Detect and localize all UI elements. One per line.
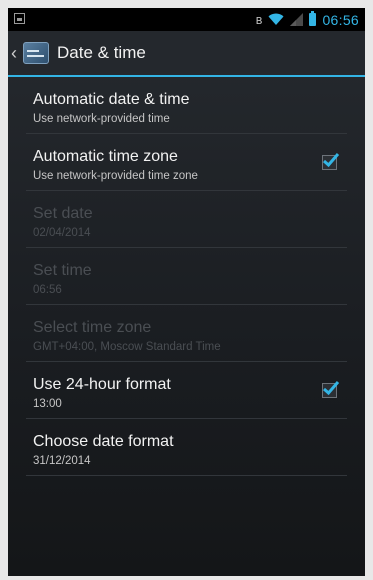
- setting-summary: 13:00: [33, 398, 62, 410]
- setting-select-time-zone: Select time zone GMT+04:00, Moscow Stand…: [26, 305, 347, 362]
- bluetooth-icon: ʙ: [255, 12, 263, 27]
- settings-icon[interactable]: [23, 42, 49, 64]
- phone-screen: ʙ 06:56 ‹ Date & time Automatic date & t…: [8, 8, 365, 576]
- setting-title: Use 24-hour format: [33, 376, 171, 393]
- setting-summary: GMT+04:00, Moscow Standard Time: [33, 341, 221, 353]
- setting-summary: Use network-provided time: [33, 113, 170, 125]
- status-icons: ʙ 06:56: [255, 8, 359, 31]
- page-title: Date & time: [57, 43, 146, 62]
- automatic-time-zone-checkbox[interactable]: [322, 153, 340, 170]
- settings-list: Automatic date & time Use network-provid…: [8, 77, 365, 476]
- use-24-hour-format-checkbox[interactable]: [322, 381, 340, 398]
- setting-automatic-time-zone[interactable]: Automatic time zone Use network-provided…: [26, 134, 347, 191]
- signal-icon: [290, 13, 304, 26]
- status-bar: ʙ 06:56: [8, 8, 365, 31]
- setting-set-date: Set date 02/04/2014: [26, 191, 347, 248]
- setting-summary: 31/12/2014: [33, 455, 91, 467]
- setting-use-24-hour-format[interactable]: Use 24-hour format 13:00: [26, 362, 347, 419]
- setting-title: Choose date format: [33, 433, 174, 450]
- setting-summary: 02/04/2014: [33, 227, 91, 239]
- setting-summary: 06:56: [33, 284, 62, 296]
- setting-summary: Use network-provided time zone: [33, 170, 198, 182]
- wifi-icon: [268, 13, 284, 26]
- setting-choose-date-format[interactable]: Choose date format 31/12/2014: [26, 419, 347, 476]
- setting-automatic-date-time[interactable]: Automatic date & time Use network-provid…: [26, 77, 347, 134]
- setting-title: Select time zone: [33, 319, 152, 336]
- setting-title: Automatic date & time: [33, 91, 190, 108]
- action-bar: ‹ Date & time: [8, 31, 365, 77]
- status-clock: 06:56: [322, 11, 359, 28]
- notification-icon: [14, 13, 25, 24]
- setting-set-time: Set time 06:56: [26, 248, 347, 305]
- battery-icon: [309, 11, 317, 26]
- chevron-left-icon[interactable]: ‹: [11, 43, 19, 64]
- setting-title: Set date: [33, 205, 93, 222]
- setting-title: Set time: [33, 262, 92, 279]
- setting-title: Automatic time zone: [33, 148, 178, 165]
